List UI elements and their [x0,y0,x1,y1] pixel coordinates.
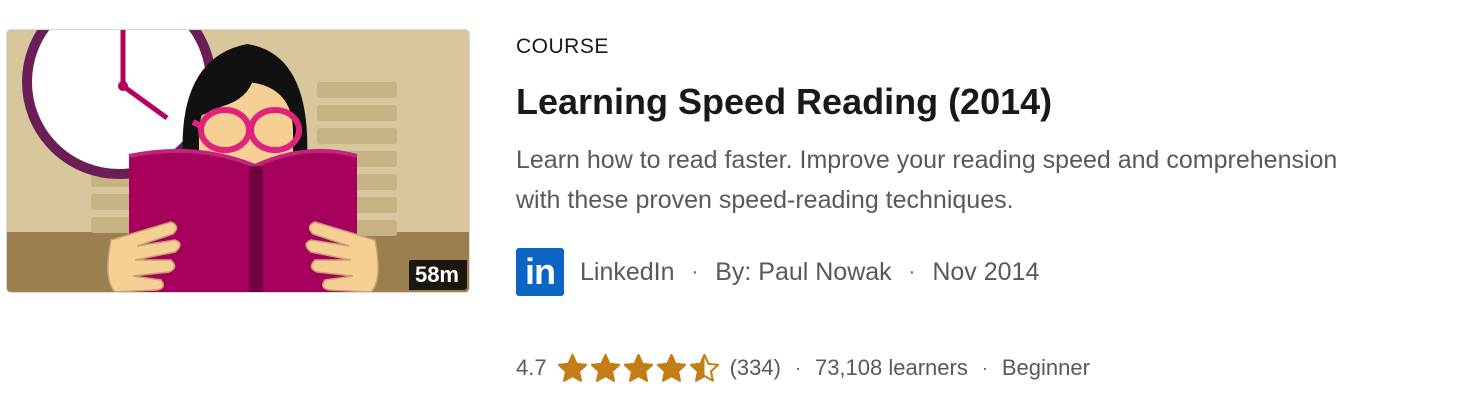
duration-badge: 58m [408,260,467,290]
course-stats-row: 4.7 (334) · 73,108 learners · Beginner [516,350,1090,386]
content-type-label: COURSE [516,35,609,58]
difficulty-level: Beginner [1001,355,1090,380]
release-date: Nov 2014 [932,257,1040,286]
author-name[interactable]: By: Paul Nowak [715,258,891,287]
star-full-icon [656,354,686,382]
star-full-icon [623,354,653,382]
learner-count: 73,108 learners [814,355,968,380]
separator-dot: · [691,260,699,283]
provider-name[interactable]: LinkedIn [580,258,675,287]
course-title-link[interactable]: Learning Speed Reading (2014) [516,80,1052,124]
course-meta-row: in LinkedIn · By: Paul Nowak · Nov 2014 [516,248,1039,296]
separator-dot: · [794,357,801,378]
reading-woman-illustration-icon [7,30,469,292]
rating-value: 4.7 [516,355,547,380]
course-thumbnail[interactable]: 58m [7,30,469,292]
separator-dot: · [908,260,916,283]
separator-dot: · [981,357,988,378]
star-full-icon [590,354,620,382]
linkedin-logo-icon: in [516,248,564,296]
course-card[interactable]: 58m COURSE Learning Speed Reading (2014)… [0,0,1460,404]
rating-count: (334) [729,355,781,380]
star-full-icon [557,354,587,382]
star-half-icon [689,354,719,382]
star-rating [557,353,720,383]
course-description: Learn how to read faster. Improve your r… [516,146,1338,214]
